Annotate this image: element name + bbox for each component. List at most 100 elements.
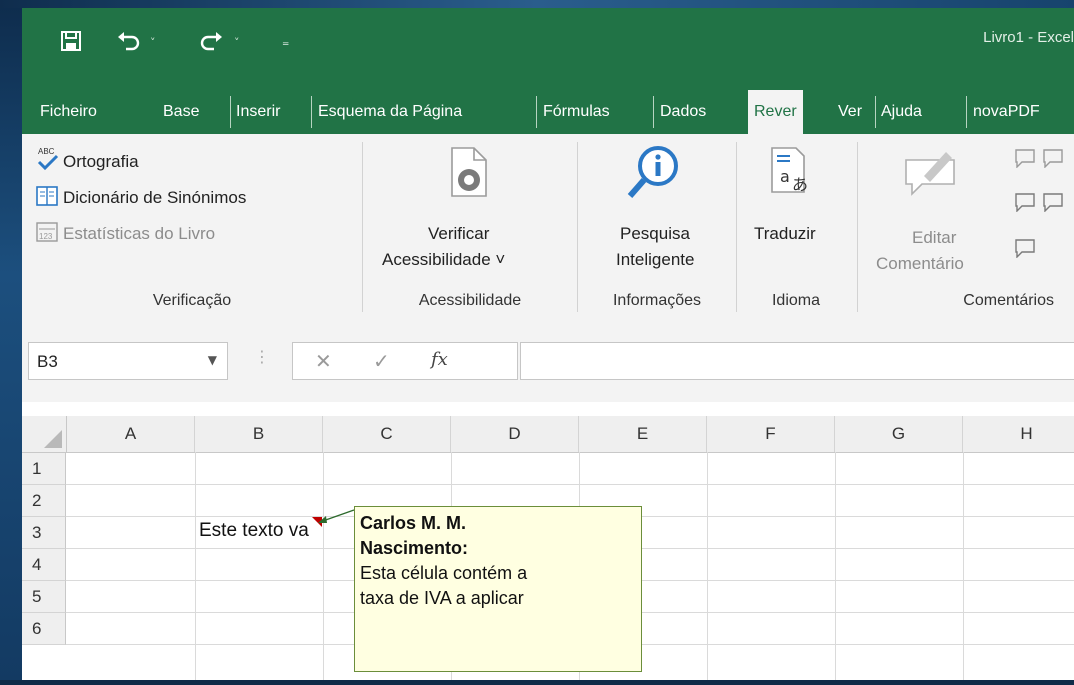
column-header-f[interactable]: F: [707, 416, 835, 452]
smart-lookup-icon: [626, 142, 682, 204]
svg-text:a: a: [780, 167, 790, 186]
tab-separator: [875, 96, 876, 128]
next-comment-icon: [1042, 148, 1064, 172]
column-header-b[interactable]: B: [195, 416, 323, 452]
smart-lookup-button[interactable]: Pesquisa Inteligente: [582, 142, 732, 284]
statistics-label: Estatísticas do Livro: [63, 224, 216, 243]
svg-text:ABC: ABC: [38, 147, 55, 156]
tab-esquema-da-pagina[interactable]: Esquema da Página: [318, 90, 462, 134]
translate-label: Traduzir: [754, 224, 816, 243]
customize-qat-icon[interactable]: ₌: [282, 34, 289, 50]
grid-line: [963, 452, 964, 680]
redo-dropdown-icon[interactable]: ˅: [234, 36, 240, 49]
check-accessibility-line2: Acessibilidade ˅: [382, 250, 506, 269]
spelling-label: Ortografia: [63, 152, 139, 171]
name-box[interactable]: B3 ▼: [28, 342, 228, 380]
group-separator: [736, 142, 737, 312]
show-all-comments-icon: [1042, 192, 1064, 216]
tab-separator: [230, 96, 231, 128]
column-header-g[interactable]: G: [835, 416, 963, 452]
insert-function-icon[interactable]: fx: [431, 349, 448, 370]
check-accessibility-button[interactable]: Verificar Acessibilidade ˅: [372, 144, 572, 284]
ribbon-panel: ABC Ortografia Dicionário de Sinónimos 1…: [22, 134, 1074, 323]
tab-dados[interactable]: Dados: [660, 90, 706, 134]
enter-icon[interactable]: ✓: [373, 349, 390, 373]
smart-lookup-line2: Inteligente: [616, 250, 695, 269]
row-header-4[interactable]: 4: [22, 549, 66, 581]
tab-base[interactable]: Base: [163, 90, 199, 134]
thesaurus-label: Dicionário de Sinónimos: [63, 188, 247, 207]
show-hide-comment-icon: [1014, 192, 1036, 216]
tab-separator: [536, 96, 537, 128]
group-separator: [362, 142, 363, 312]
undo-icon[interactable]: [116, 29, 142, 56]
grid-line: [835, 452, 836, 680]
check-accessibility-line1: Verificar: [428, 224, 490, 243]
notes-icon: [1014, 238, 1036, 262]
ribbon-tabs: Ficheiro Base Inserir Esquema da Página …: [22, 76, 1074, 134]
chevron-down-icon[interactable]: ▼: [208, 353, 217, 367]
column-header-c[interactable]: C: [323, 416, 451, 452]
tab-separator: [966, 96, 967, 128]
comment-connector: [318, 509, 355, 523]
group-separator: [857, 142, 858, 312]
spelling-button[interactable]: ABC Ortografia: [36, 146, 186, 174]
comment-box[interactable]: Carlos M. M. Nascimento: Esta célula con…: [354, 506, 642, 672]
screenshot-frame: ˅ ˅ ₌ Livro1 - Excel Ficheiro Base Inser…: [0, 0, 1074, 685]
smart-lookup-line1: Pesquisa: [620, 224, 690, 243]
formula-bar: B3 ▼ ⋮ ✕ ✓ fx: [22, 322, 1074, 402]
column-header-h[interactable]: H: [963, 416, 1074, 452]
desktop-background-bottom: [0, 680, 1074, 685]
row-header-1[interactable]: 1: [22, 453, 66, 485]
select-all-triangle-icon: [44, 430, 62, 448]
desktop-background-left: [0, 0, 22, 685]
column-header-d[interactable]: D: [451, 416, 579, 452]
workbook-statistics-button: 123 Estatísticas do Livro: [36, 218, 306, 246]
tab-novapdf[interactable]: novaPDF: [973, 90, 1040, 134]
grid-line: [323, 452, 324, 680]
group-label-informacoes: Informações: [612, 292, 702, 309]
select-all-button[interactable]: [22, 416, 67, 452]
tab-separator: [311, 96, 312, 128]
tab-inserir[interactable]: Inserir: [236, 90, 280, 134]
row-header-5[interactable]: 5: [22, 581, 66, 613]
cancel-icon[interactable]: ✕: [315, 349, 332, 373]
undo-dropdown-icon[interactable]: ˅: [150, 36, 156, 49]
tab-formulas[interactable]: Fórmulas: [543, 90, 610, 134]
translate-button[interactable]: aあ Traduzir: [740, 146, 850, 284]
row-header-6[interactable]: 6: [22, 613, 66, 645]
edit-comment-line2: Comentário: [876, 254, 964, 273]
grid-line: [195, 452, 196, 680]
tab-ajuda[interactable]: Ajuda: [881, 90, 922, 134]
tab-ficheiro[interactable]: Ficheiro: [40, 90, 97, 134]
edit-comment-button: Editar Comentário: [870, 146, 990, 284]
edit-comment-line1: Editar: [912, 228, 957, 247]
row-header-2[interactable]: 2: [22, 485, 66, 517]
statistics-icon: 123: [36, 222, 58, 246]
title-bar: ˅ ˅ ₌ Livro1 - Excel: [22, 8, 1074, 76]
grid-line: [707, 452, 708, 680]
edit-comment-icon: [902, 146, 958, 200]
formula-bar-buttons: ✕ ✓ fx: [292, 342, 518, 380]
accessibility-check-icon: [446, 144, 492, 204]
formula-bar-grip-icon[interactable]: ⋮: [254, 347, 270, 366]
grid-line: [66, 484, 1074, 485]
tab-rever[interactable]: Rever: [748, 90, 803, 134]
excel-window: ˅ ˅ ₌ Livro1 - Excel Ficheiro Base Inser…: [22, 8, 1074, 680]
name-box-value: B3: [37, 352, 58, 371]
column-header-e[interactable]: E: [579, 416, 707, 452]
group-separator: [577, 142, 578, 312]
cell-b3-text[interactable]: Este texto va: [199, 520, 309, 542]
row-header-3[interactable]: 3: [22, 517, 66, 549]
tab-ver[interactable]: Ver: [838, 90, 862, 134]
group-label-idioma: Idioma: [771, 292, 821, 309]
thesaurus-icon: [36, 186, 58, 210]
column-header-a[interactable]: A: [67, 416, 195, 452]
thesaurus-button[interactable]: Dicionário de Sinónimos: [36, 182, 346, 210]
formula-input[interactable]: [520, 342, 1074, 380]
redo-icon[interactable]: [198, 29, 224, 56]
save-icon[interactable]: [60, 30, 82, 57]
group-label-verificacao: Verificação: [152, 292, 232, 309]
svg-text:あ: あ: [792, 175, 808, 194]
previous-comment-icon: [1014, 148, 1036, 172]
